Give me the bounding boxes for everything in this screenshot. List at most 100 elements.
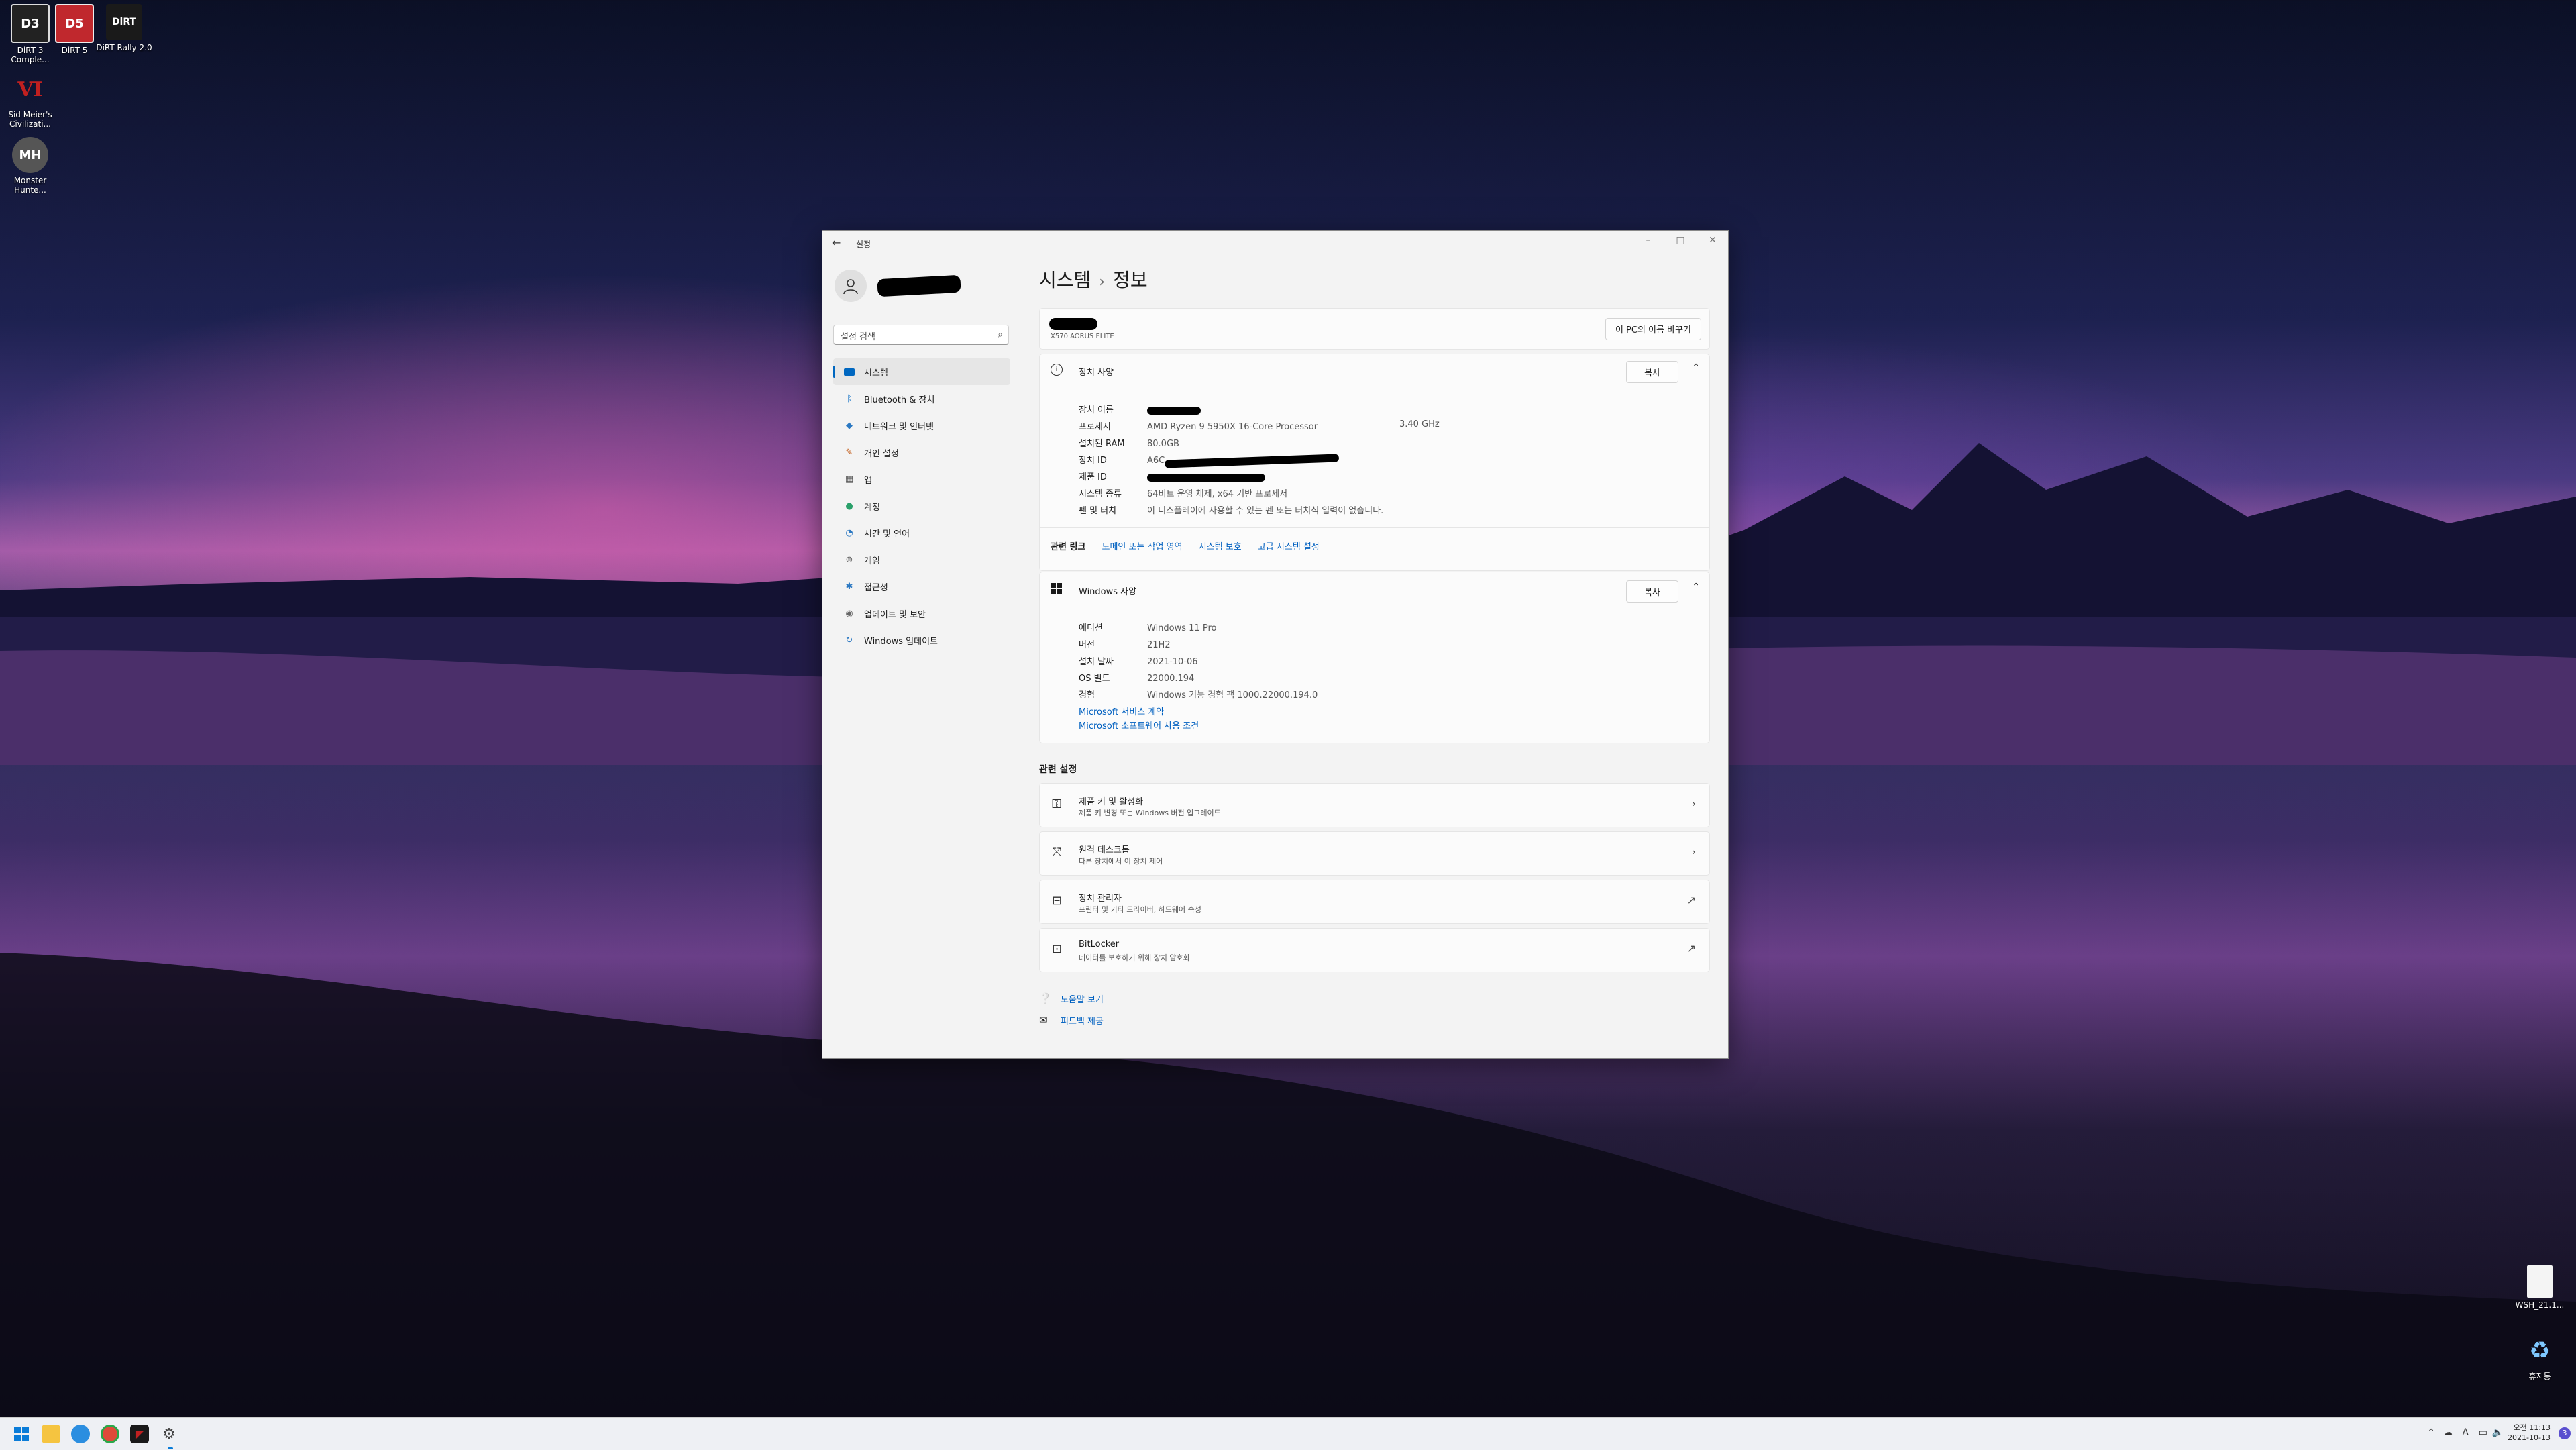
system-icon bbox=[843, 366, 856, 378]
desktop-icon-dirt-rally[interactable]: DiRT DiRT Rally 2.0 bbox=[94, 4, 154, 52]
tray-chevron-icon[interactable]: ⌃ bbox=[2427, 1427, 2435, 1438]
maximize-icon[interactable]: □ bbox=[1670, 235, 1690, 246]
device-specs-header[interactable]: i 장치 사양 복사 ⌃ bbox=[1040, 354, 1709, 388]
remote-desktop-icon: ⤧ bbox=[1052, 845, 1062, 860]
external-link-icon: ↗ bbox=[1686, 942, 1696, 955]
desktop-icon-recycle-bin[interactable]: ♻ 휴지통 bbox=[2510, 1333, 2570, 1382]
edge-icon[interactable] bbox=[71, 1425, 90, 1443]
time-language-icon: ◔ bbox=[845, 527, 853, 538]
back-arrow-icon[interactable]: ← bbox=[832, 236, 841, 249]
spec-row-ram: 설치된 RAM 80.0GB bbox=[1079, 439, 1179, 449]
account-icon: ● bbox=[845, 501, 853, 511]
spec-row-version: 버전 21H2 bbox=[1079, 640, 1171, 650]
apps-icon: ▦ bbox=[845, 474, 854, 484]
settings-gear-icon[interactable]: ⚙ bbox=[160, 1425, 178, 1443]
close-icon[interactable]: ✕ bbox=[1703, 235, 1723, 246]
sidebar-item-gaming[interactable]: ⊜ 게임 bbox=[833, 546, 1010, 573]
shield-icon: ◉ bbox=[845, 608, 853, 619]
minimize-icon[interactable]: – bbox=[1638, 235, 1658, 246]
sidebar-item-personalization[interactable]: ✎ 개인 설정 bbox=[833, 439, 1010, 466]
windows-logo-icon bbox=[1051, 583, 1062, 594]
file-explorer-icon[interactable] bbox=[42, 1425, 60, 1443]
chevron-right-icon: › bbox=[1691, 845, 1696, 858]
volume-icon[interactable]: 🔈 bbox=[2492, 1427, 2504, 1438]
avatar bbox=[835, 270, 867, 302]
desktop-icon-wsh-file[interactable]: WSH_21.1... bbox=[2510, 1265, 2570, 1310]
start-button[interactable] bbox=[12, 1425, 31, 1443]
search-input[interactable]: 설정 검색 ⌕ bbox=[833, 325, 1009, 345]
chevron-up-icon[interactable]: ⌃ bbox=[1692, 582, 1700, 592]
redacted-value bbox=[1147, 406, 1201, 415]
chrome-icon[interactable] bbox=[101, 1425, 119, 1443]
rename-pc-button[interactable]: 이 PC의 이름 바꾸기 bbox=[1605, 318, 1701, 340]
network-tray-icon[interactable]: ▭ bbox=[2479, 1427, 2487, 1438]
sidebar-item-accessibility[interactable]: ✱ 접근성 bbox=[833, 573, 1010, 600]
sidebar-item-bluetooth[interactable]: ᛒ Bluetooth & 장치 bbox=[833, 385, 1010, 412]
sidebar-item-apps[interactable]: ▦ 앱 bbox=[833, 466, 1010, 493]
file-icon bbox=[2527, 1265, 2553, 1298]
clock[interactable]: 오전 11:13 2021-10-13 bbox=[2508, 1422, 2551, 1443]
dirt5-icon: D5 bbox=[55, 4, 94, 43]
spec-row-processor: 프로세서 AMD Ryzen 9 5950X 16-Core Processor 3… bbox=[1079, 419, 1440, 432]
copy-device-specs-button[interactable]: 복사 bbox=[1626, 361, 1678, 383]
app-title: 설정 bbox=[856, 240, 871, 249]
spec-row-os-build: OS 빌드 22000.194 bbox=[1079, 674, 1195, 684]
related-device-manager[interactable]: ⊟ 장치 관리자 프린터 및 기타 드라이버, 하드웨어 속성 ↗ bbox=[1039, 880, 1710, 924]
settings-window: ← 설정 – □ ✕ 설정 검색 ⌕ 시스템 ᛒ Bluetooth & 장치 … bbox=[822, 230, 1729, 1059]
link-ms-software-license[interactable]: Microsoft 소프트웨어 사용 조건 bbox=[1079, 719, 1199, 731]
device-specs-card: i 장치 사양 복사 ⌃ 장치 이름 프로세서 AMD Ryzen 9 5950X… bbox=[1039, 354, 1710, 571]
link-advanced-system-settings[interactable]: 고급 시스템 설정 bbox=[1258, 542, 1320, 552]
game-app-icon[interactable]: ◤ bbox=[130, 1425, 149, 1443]
feedback-icon: ✉ bbox=[1039, 1014, 1048, 1026]
spec-row-pen-touch: 펜 및 터치 이 디스플레이에 사용할 수 있는 펜 또는 터치식 입력이 없습니… bbox=[1079, 506, 1384, 516]
desktop-icon-monster-hunter[interactable]: MH Monster Hunte... bbox=[0, 137, 60, 195]
spec-row-experience: 경험 Windows 기능 경험 팩 1000.22000.194.0 bbox=[1079, 690, 1318, 701]
copy-windows-specs-button[interactable]: 복사 bbox=[1626, 580, 1678, 603]
divider bbox=[1040, 527, 1709, 528]
feedback-link[interactable]: ✉ 피드백 제공 bbox=[1039, 1012, 1104, 1028]
monster-hunter-icon: MH bbox=[12, 137, 48, 173]
link-domain-workgroup[interactable]: 도메인 또는 작업 영역 bbox=[1102, 542, 1183, 552]
spec-row-install-date: 설치 날짜 2021-10-06 bbox=[1079, 657, 1198, 667]
desktop-icon-civilization[interactable]: VI Sid Meier's Civilizati... bbox=[0, 71, 60, 130]
sidebar-item-network[interactable]: ◆ 네트워크 및 인터넷 bbox=[833, 412, 1010, 439]
redacted-device-name bbox=[1049, 318, 1097, 330]
chevron-up-icon[interactable]: ⌃ bbox=[1692, 362, 1700, 373]
user-profile[interactable] bbox=[835, 270, 961, 302]
notification-badge[interactable]: 3 bbox=[2559, 1427, 2571, 1439]
ime-indicator[interactable]: A bbox=[2462, 1427, 2469, 1438]
page-title: 정보 bbox=[1113, 269, 1148, 291]
sidebar-item-time-language[interactable]: ◔ 시간 및 언어 bbox=[833, 519, 1010, 546]
device-specs-title: 장치 사양 bbox=[1079, 368, 1114, 378]
info-icon: i bbox=[1051, 364, 1063, 376]
dirt-rally-icon: DiRT bbox=[106, 4, 142, 40]
external-link-icon: ↗ bbox=[1686, 894, 1696, 907]
related-product-key[interactable]: ⚿ 제품 키 및 활성화 제품 키 변경 또는 Windows 버전 업그레이드… bbox=[1039, 783, 1710, 827]
device-manager-icon: ⊟ bbox=[1052, 894, 1063, 908]
help-link[interactable]: ❔ 도움말 보기 bbox=[1039, 990, 1104, 1006]
related-remote-desktop[interactable]: ⤧ 원격 데스크톱 다른 장치에서 이 장치 제어 › bbox=[1039, 831, 1710, 876]
spec-row-edition: 에디션 Windows 11 Pro bbox=[1079, 623, 1217, 633]
title-bar[interactable]: ← 설정 – □ ✕ bbox=[822, 231, 1728, 255]
redacted-username bbox=[877, 274, 961, 297]
sidebar-item-update-security[interactable]: ◉ 업데이트 및 보안 bbox=[833, 600, 1010, 627]
network-icon: ◆ bbox=[846, 420, 853, 431]
sidebar-item-windows-update[interactable]: ↻ Windows 업데이트 bbox=[833, 627, 1010, 654]
sidebar-item-accounts[interactable]: ● 계정 bbox=[833, 493, 1010, 519]
related-settings-title: 관련 설정 bbox=[1039, 764, 1077, 775]
sidebar-item-system[interactable]: 시스템 bbox=[833, 358, 1010, 385]
search-icon: ⌕ bbox=[998, 329, 1003, 340]
link-system-protection[interactable]: 시스템 보호 bbox=[1199, 542, 1242, 552]
onedrive-icon[interactable]: ☁ bbox=[2443, 1427, 2453, 1438]
bluetooth-icon: ᛒ bbox=[847, 393, 852, 404]
sidebar-nav: 시스템 ᛒ Bluetooth & 장치 ◆ 네트워크 및 인터넷 ✎ 개인 설… bbox=[833, 358, 1010, 654]
chevron-right-icon: › bbox=[1691, 797, 1696, 810]
link-ms-services-agreement[interactable]: Microsoft 서비스 계약 bbox=[1079, 705, 1164, 717]
civilization-icon: VI bbox=[17, 77, 43, 101]
spec-row-system-type: 시스템 종류 64비트 운영 체제, x64 기반 프로세서 bbox=[1079, 489, 1288, 499]
related-bitlocker[interactable]: ⊡ BitLocker 데이터를 보호하기 위해 장치 암호화 ↗ bbox=[1039, 928, 1710, 972]
breadcrumb-parent[interactable]: 시스템 bbox=[1039, 269, 1091, 291]
accessibility-icon: ✱ bbox=[845, 581, 853, 592]
windows-specs-header[interactable]: Windows 사양 복사 ⌃ bbox=[1040, 572, 1709, 606]
user-icon bbox=[843, 279, 858, 295]
